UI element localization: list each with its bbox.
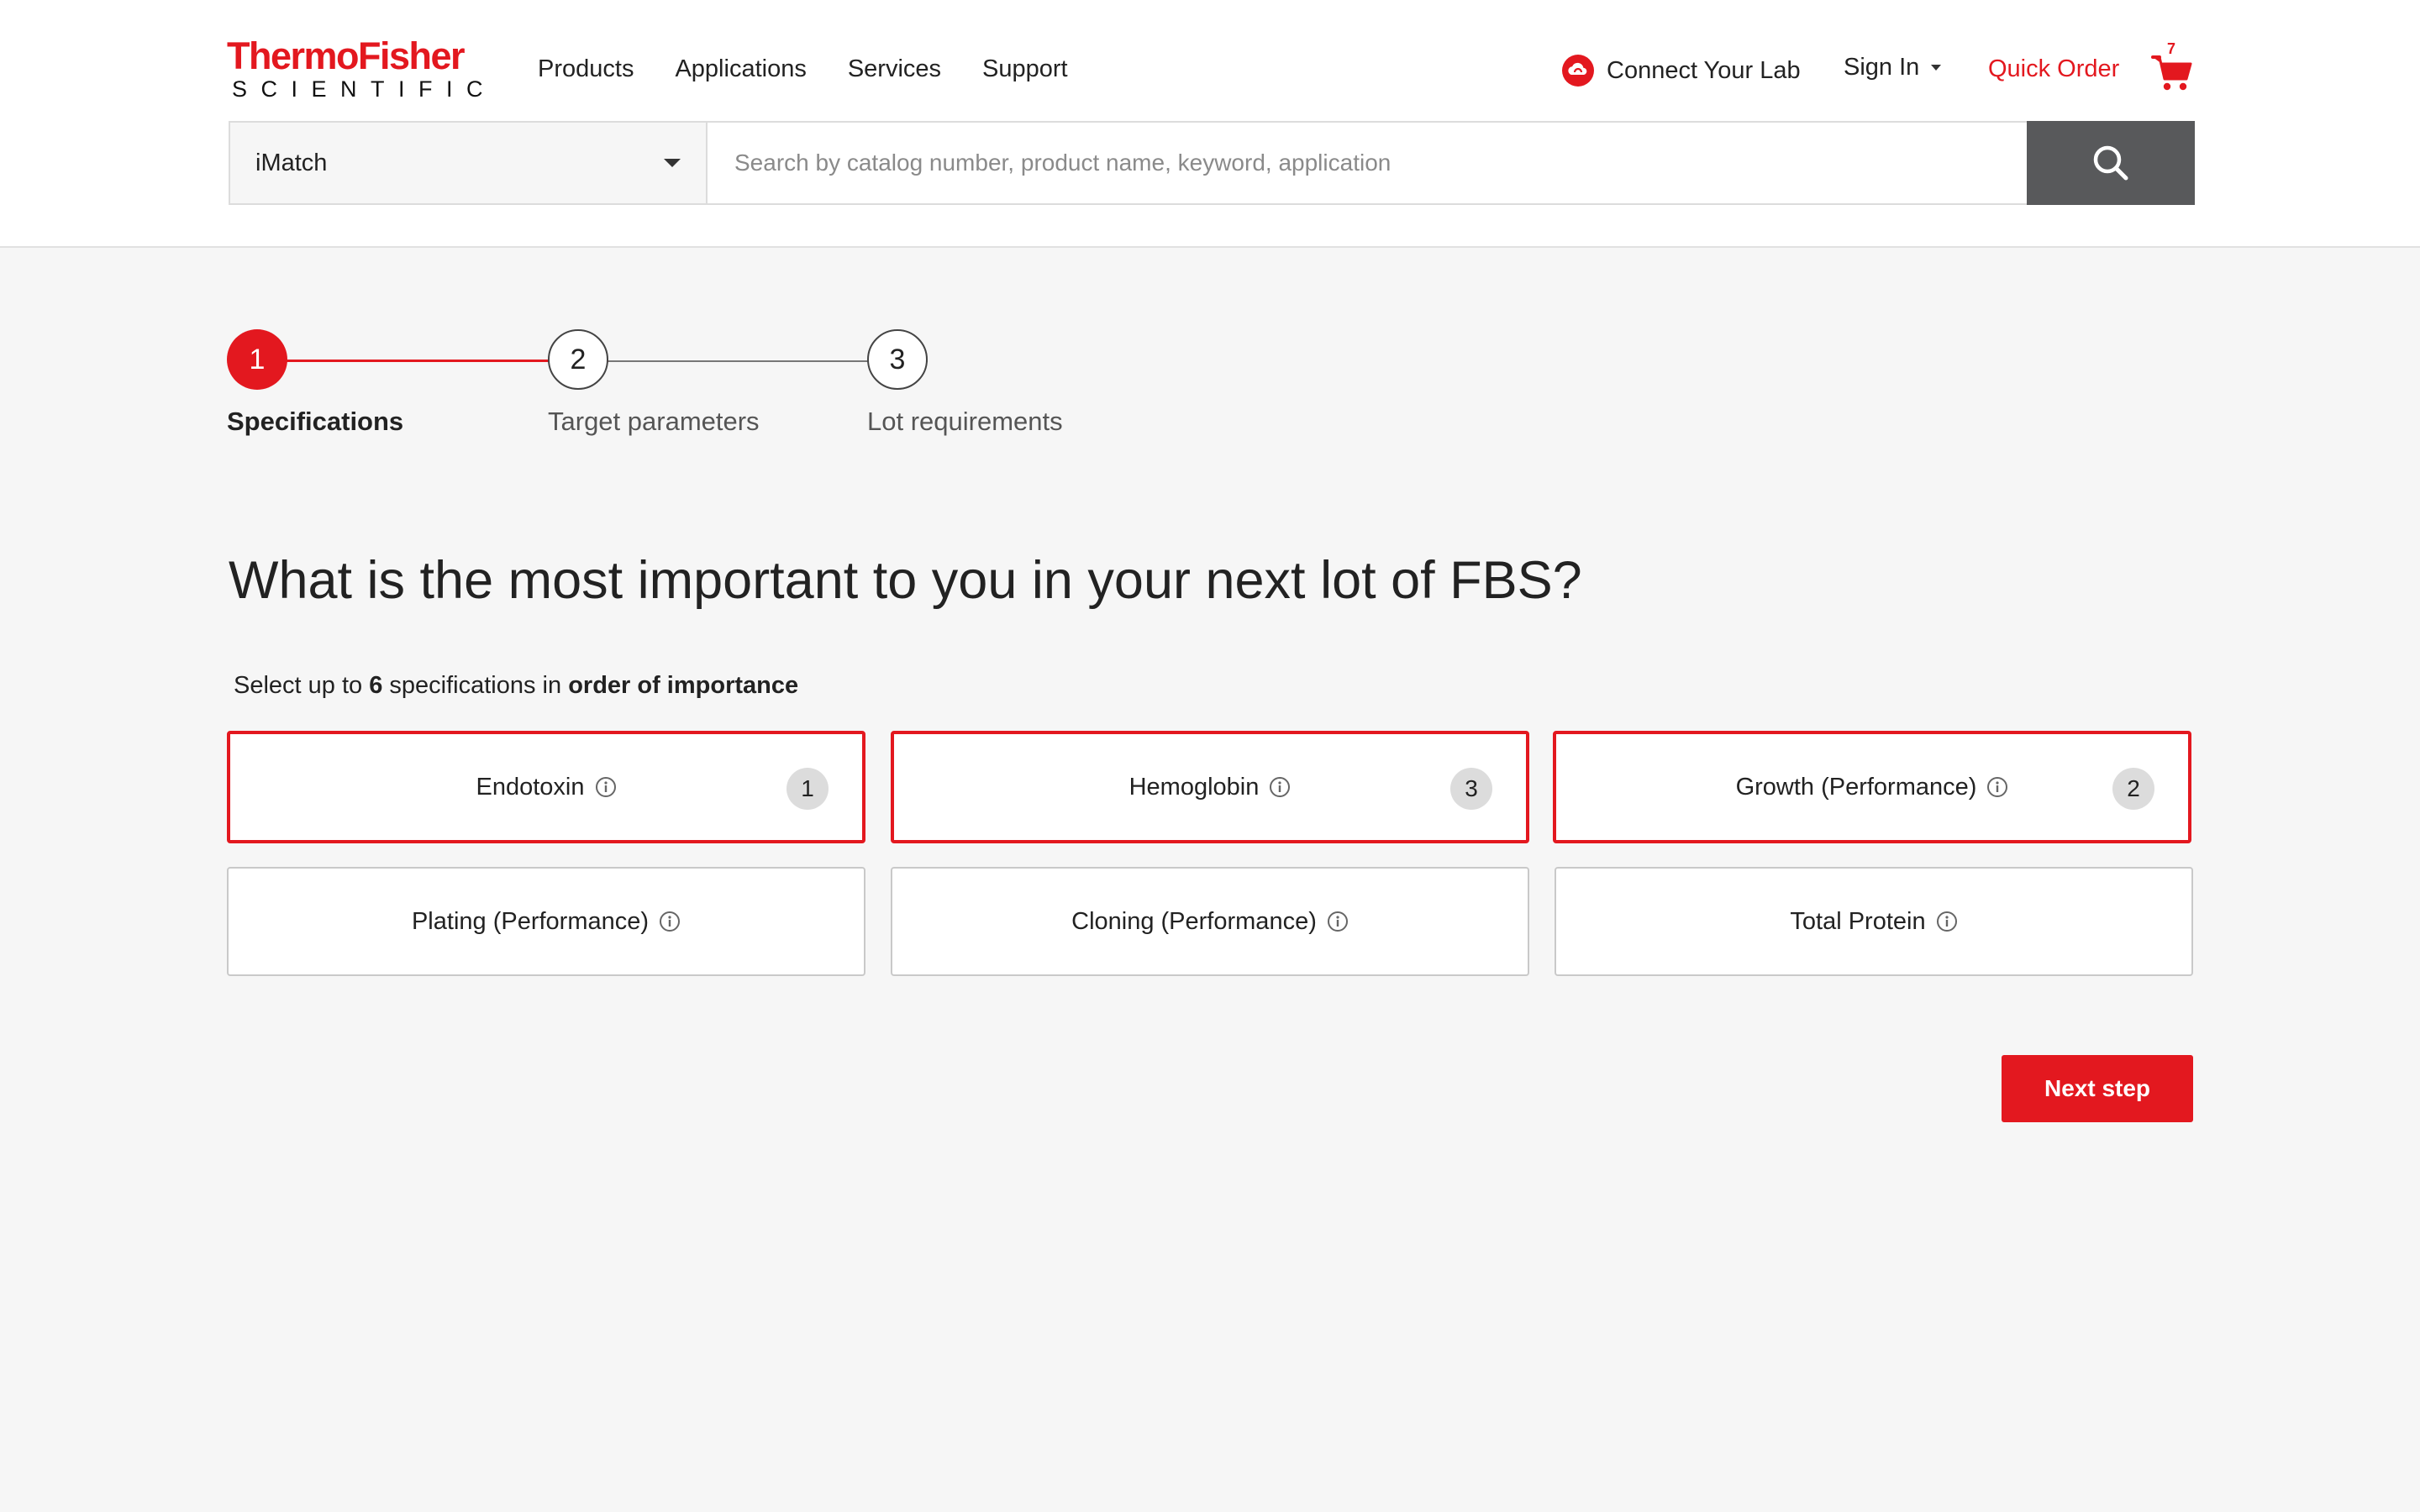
nav-item-products[interactable]: Products bbox=[538, 52, 634, 86]
option-label: Endotoxin bbox=[476, 773, 585, 801]
info-icon[interactable] bbox=[1269, 776, 1291, 798]
search-category-select[interactable]: iMatch bbox=[229, 121, 708, 205]
connect-your-lab-label: Connect Your Lab bbox=[1607, 56, 1801, 84]
option-card-total-protein[interactable]: Total Protein bbox=[1555, 867, 2193, 976]
step-2-indicator: 2 bbox=[548, 329, 608, 390]
info-icon[interactable] bbox=[1986, 776, 2008, 798]
chevron-down-icon bbox=[664, 159, 681, 167]
cart-icon bbox=[2151, 55, 2192, 91]
thermo-fisher-logo[interactable]: ThermoFisher SCIENTIFIC bbox=[227, 34, 497, 102]
page-question: What is the most important to you in you… bbox=[229, 551, 1582, 610]
option-label: Growth (Performance) bbox=[1735, 773, 1977, 801]
search-bar: iMatch bbox=[229, 121, 2195, 205]
step-2-label: Target parameters bbox=[548, 407, 760, 436]
priority-rank-badge: 1 bbox=[786, 768, 829, 810]
option-label: Cloning (Performance) bbox=[1071, 907, 1317, 935]
option-card-cloning-performance[interactable]: Cloning (Performance) bbox=[891, 867, 1529, 976]
progress-stepper: 1 2 3 Specifications Target parameters L… bbox=[227, 329, 1151, 447]
step-1-label: Specifications bbox=[227, 407, 404, 436]
priority-rank-badge: 2 bbox=[2112, 768, 2154, 810]
nav-item-applications[interactable]: Applications bbox=[675, 52, 806, 86]
step-3-label: Lot requirements bbox=[867, 407, 1063, 436]
next-step-button[interactable]: Next step bbox=[2002, 1055, 2193, 1122]
search-button[interactable] bbox=[2027, 121, 2195, 205]
cloud-icon bbox=[1562, 55, 1594, 87]
option-card-hemoglobin[interactable]: Hemoglobin 3 bbox=[891, 731, 1529, 843]
instruction-count: 6 bbox=[369, 672, 383, 699]
info-icon[interactable] bbox=[1327, 911, 1349, 932]
logo-wordmark: ThermoFisher bbox=[227, 34, 466, 77]
info-icon[interactable] bbox=[595, 776, 617, 798]
instruction-middle: specifications in bbox=[382, 672, 569, 699]
option-card-endotoxin[interactable]: Endotoxin 1 bbox=[227, 731, 865, 843]
info-icon[interactable] bbox=[659, 911, 681, 932]
option-label: Plating (Performance) bbox=[411, 907, 650, 935]
logo-subtitle: SCIENTIFIC bbox=[232, 76, 497, 102]
quick-order-link[interactable]: Quick Order bbox=[1988, 52, 2119, 86]
connect-your-lab-link[interactable]: Connect Your Lab bbox=[1561, 54, 1801, 87]
priority-rank-badge: 3 bbox=[1450, 768, 1492, 810]
option-card-growth-performance[interactable]: Growth (Performance) 2 bbox=[1553, 731, 2191, 843]
nav-item-services[interactable]: Services bbox=[848, 52, 941, 86]
option-card-plating-performance[interactable]: Plating (Performance) bbox=[227, 867, 865, 976]
step-3-indicator: 3 bbox=[867, 329, 928, 390]
chevron-down-icon bbox=[1931, 65, 1942, 71]
site-header: ThermoFisher SCIENTIFIC Products Applica… bbox=[0, 0, 2420, 248]
selection-instruction: Select up to 6 specifications in order o… bbox=[234, 672, 798, 700]
info-icon[interactable] bbox=[1936, 911, 1958, 932]
nav-item-support[interactable]: Support bbox=[982, 52, 1068, 86]
sign-in-label: Sign In bbox=[1844, 54, 1920, 81]
step-1-indicator: 1 bbox=[227, 329, 287, 390]
search-icon bbox=[2093, 145, 2128, 181]
search-category-value: iMatch bbox=[255, 149, 328, 176]
instruction-prefix: Select up to bbox=[234, 672, 370, 699]
option-label: Hemoglobin bbox=[1128, 773, 1260, 801]
main-nav: Products Applications Services Support bbox=[538, 52, 1068, 86]
instruction-emphasis: order of importance bbox=[568, 672, 799, 699]
option-label: Total Protein bbox=[1790, 907, 1926, 935]
sign-in-dropdown[interactable]: Sign In bbox=[1844, 54, 1942, 81]
search-input[interactable] bbox=[708, 121, 2027, 205]
cart-button[interactable]: 7 bbox=[2151, 40, 2196, 94]
